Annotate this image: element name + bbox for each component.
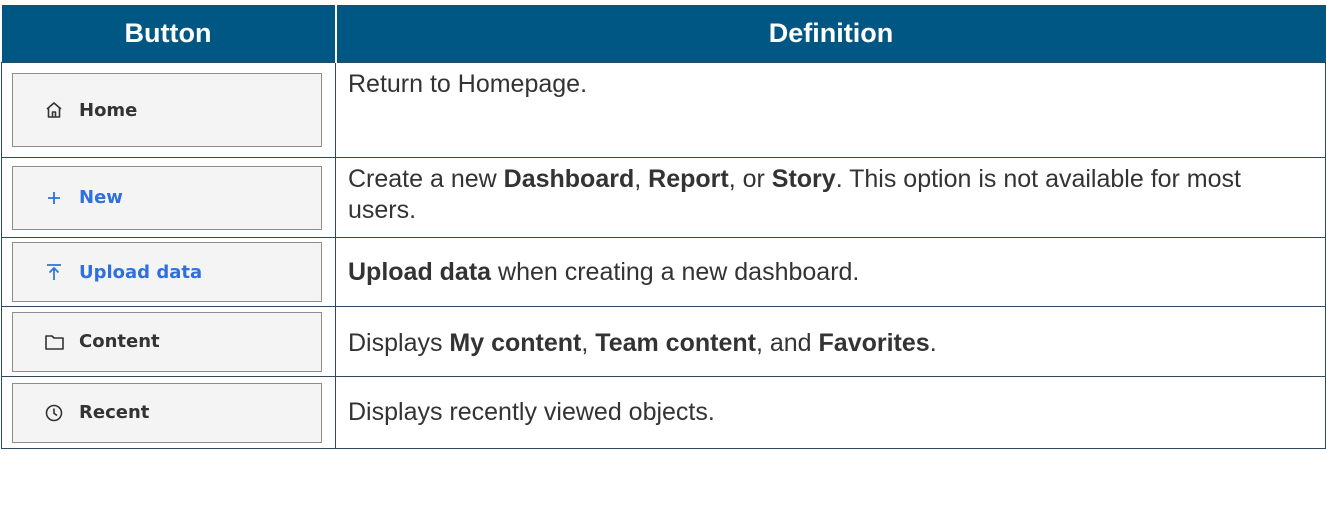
- definition-cell: Return to Homepage.: [335, 62, 1326, 158]
- table-row: Recent Displays recently viewed objects.: [1, 376, 1326, 449]
- definition-text: , and: [755, 329, 819, 358]
- definition-cell: Displays My content, Team content, and F…: [335, 306, 1326, 377]
- upload-data-button-label: Upload data: [79, 261, 203, 283]
- table-row: Content Displays My content, Team conten…: [1, 306, 1326, 377]
- button-cell: Home: [1, 62, 336, 158]
- button-reference-table: Button Definition Home Return to Homepag…: [1, 5, 1326, 449]
- table-header-row: Button Definition: [1, 5, 1326, 63]
- folder-icon: [43, 331, 65, 353]
- new-button[interactable]: New: [12, 165, 322, 230]
- recent-button[interactable]: Recent: [12, 382, 322, 443]
- definition-text: .: [929, 329, 937, 358]
- definition-text: ,: [581, 329, 596, 358]
- definition-text: , or: [728, 165, 772, 193]
- recent-button-label: Recent: [79, 402, 150, 423]
- button-cell: New: [1, 157, 336, 238]
- definition-bold-term: Story: [771, 165, 836, 193]
- button-cell: Recent: [1, 376, 336, 449]
- clock-icon: [43, 402, 65, 424]
- upload-data-button[interactable]: Upload data: [12, 242, 322, 302]
- definition-text: when creating a new dashboard.: [491, 257, 860, 286]
- home-button-label: Home: [79, 99, 138, 121]
- home-button[interactable]: Home: [12, 73, 322, 147]
- table-row: Upload data Upload data when creating a …: [1, 237, 1326, 307]
- definition-bold-term: Upload data: [348, 257, 492, 286]
- plus-icon: [43, 187, 65, 209]
- button-cell: Upload data: [1, 237, 336, 307]
- definition-bold-term: My content: [449, 329, 582, 358]
- definition-text: Displays recently viewed objects.: [348, 398, 715, 427]
- definition-text: Displays: [348, 329, 450, 358]
- table-row: Home Return to Homepage.: [1, 62, 1326, 158]
- content-button-label: Content: [79, 331, 160, 352]
- definition-cell: Create a new Dashboard, Report, or Story…: [335, 157, 1326, 238]
- definition-text: Create a new: [348, 165, 504, 193]
- definition-bold-term: Report: [648, 165, 729, 193]
- definition-bold-term: Team content: [595, 329, 756, 358]
- definition-cell: Upload data when creating a new dashboar…: [335, 237, 1326, 307]
- header-definition-column: Definition: [335, 5, 1326, 63]
- definition-cell: Displays recently viewed objects.: [335, 376, 1326, 449]
- definition-text: Return to Homepage.: [348, 70, 588, 98]
- table-row: New Create a new Dashboard, Report, or S…: [1, 157, 1326, 238]
- new-button-label: New: [79, 187, 123, 208]
- definition-bold-term: Dashboard: [503, 165, 635, 193]
- definition-text: ,: [634, 165, 649, 193]
- upload-icon: [43, 261, 65, 283]
- button-cell: Content: [1, 306, 336, 377]
- content-button[interactable]: Content: [12, 311, 322, 372]
- definition-bold-term: Favorites: [818, 329, 930, 358]
- header-button-column: Button: [1, 5, 337, 63]
- home-icon: [43, 99, 65, 121]
